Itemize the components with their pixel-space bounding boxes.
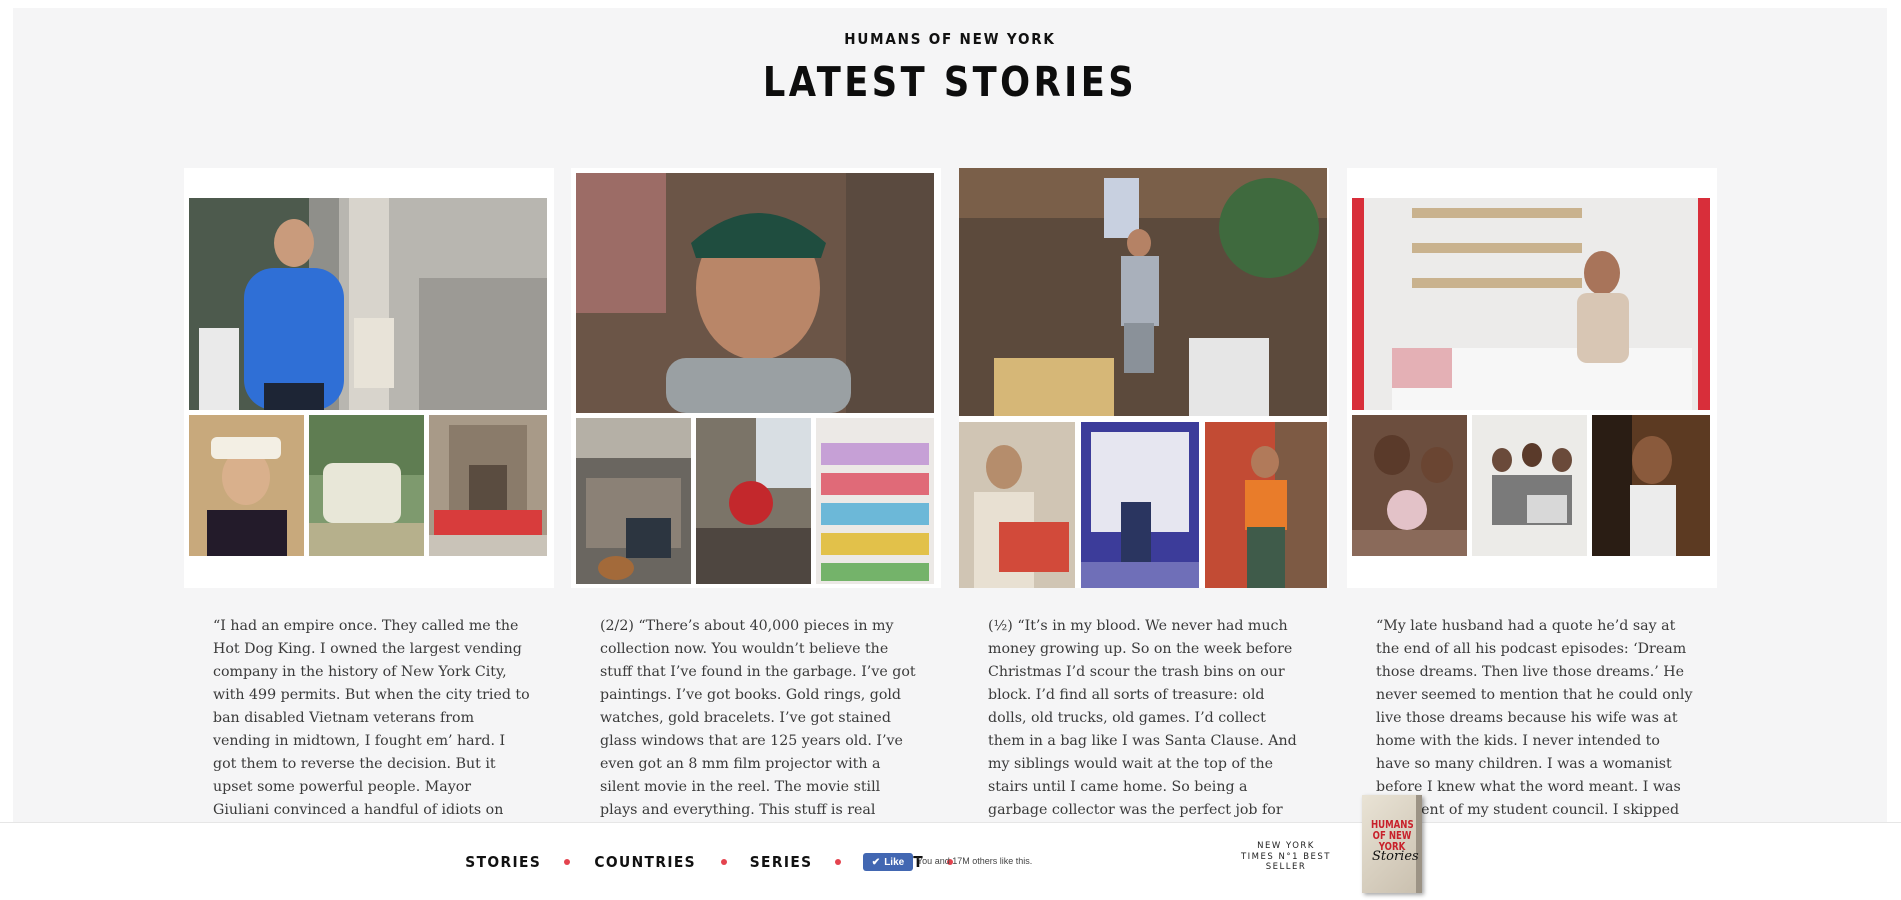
nav-countries[interactable]: COUNTRIES [595,853,697,871]
book-subtitle: Stories [1372,849,1419,864]
story-caption[interactable]: “My late husband had a quote he’d say at… [1376,615,1694,845]
story-photo-thumb[interactable] [1352,415,1467,556]
story-photo-thumb[interactable] [309,415,424,556]
bestseller-line: NEW YORK [1257,841,1315,851]
nav-stories[interactable]: STORIES [465,853,541,871]
site-brand[interactable]: HUMANS OF NEW YORK [107,30,1794,48]
story-photo-thumb[interactable] [1205,422,1327,588]
like-label: Like [884,856,905,868]
facebook-like-button[interactable]: ✔ Like [863,853,913,871]
story-caption[interactable]: “I had an empire once. They called me th… [213,615,531,845]
story-photo-thumb[interactable] [959,422,1075,588]
photo-collage[interactable] [571,168,941,588]
story-photo-thumb[interactable] [189,415,304,556]
photo-collage[interactable] [1347,168,1717,588]
bottom-nav-bar: STORIES COUNTRIES SERIES ABOUT ✔ Like Yo… [0,795,1901,900]
nav-separator-dot [720,859,727,865]
story-photo-thumb[interactable] [696,418,811,584]
nav-separator-dot [835,859,842,865]
story-photo-main[interactable] [1352,198,1710,410]
story-photo-thumb[interactable] [429,415,547,556]
story-photo-thumb[interactable] [816,418,934,584]
photo-collage[interactable] [959,168,1329,588]
page: HUMANS OF NEW YORK LATEST STORIES “I had… [13,8,1887,900]
story-photo-main[interactable] [576,173,934,413]
like-count-text: You and 17M others like this. [917,856,1033,866]
story-photo-thumb[interactable] [1592,415,1710,556]
nav-separator-dot [564,859,571,865]
book-cover[interactable]: HUMANS OF NEW YORK Stories [1362,795,1422,893]
story-photo-main[interactable] [959,168,1327,416]
story-photo-main[interactable] [189,198,547,410]
photo-collage[interactable] [184,168,554,588]
page-title: LATEST STORIES [762,58,1138,106]
nav-series[interactable]: SERIES [750,853,813,871]
story-caption[interactable]: (2/2) “There’s about 40,000 pieces in my… [600,615,918,845]
story-photo-thumb[interactable] [576,418,691,584]
story-photo-thumb[interactable] [1081,422,1199,588]
story-caption[interactable]: (½) “It’s in my blood. We never had much… [988,615,1306,845]
bestseller-line: TIMES N°1 BEST [1240,851,1331,862]
book-title: HUMANS OF NEW YORK [1370,818,1414,853]
book-spine [1416,795,1422,893]
bestseller-badge: NEW YORK TIMES N°1 BEST SELLER [1230,841,1342,873]
bestseller-line: SELLER [1265,862,1307,872]
check-icon: ✔ [871,856,881,868]
story-photo-thumb[interactable] [1472,415,1587,556]
